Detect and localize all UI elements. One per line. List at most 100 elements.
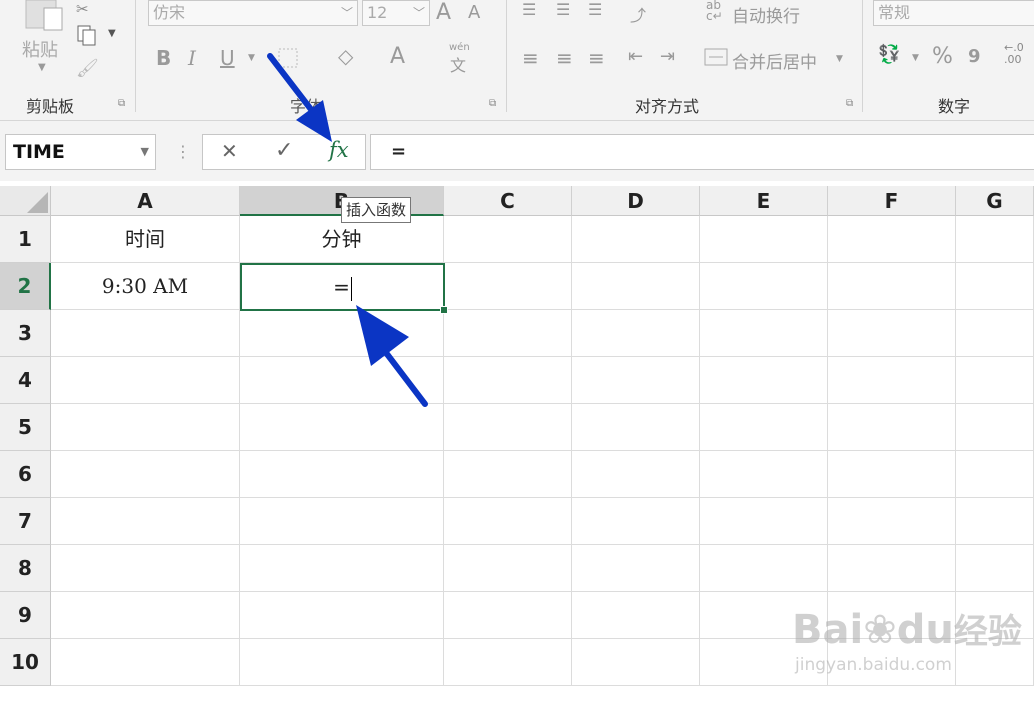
column-header-a[interactable]: A [51,186,240,216]
cell-b9[interactable] [240,592,444,639]
cell-d9[interactable] [572,592,700,639]
align-right-icon[interactable]: ≡ [588,46,605,70]
cell-d4[interactable] [572,357,700,404]
cell-g7[interactable] [956,498,1034,545]
cell-g4[interactable] [956,357,1034,404]
row-header-6[interactable]: 6 [0,451,51,498]
cell-c8[interactable] [444,545,572,592]
row-header-1[interactable]: 1 [0,216,51,263]
wrap-text-button[interactable]: 自动换行 [732,2,800,27]
cell-c10[interactable] [444,639,572,686]
column-header-d[interactable]: D [572,186,700,216]
cell-a9[interactable] [51,592,240,639]
border-icon[interactable] [276,46,300,74]
cell-c7[interactable] [444,498,572,545]
row-header-9[interactable]: 9 [0,592,51,639]
select-all-button[interactable] [0,186,51,216]
row-header-8[interactable]: 8 [0,545,51,592]
cell-g5[interactable] [956,404,1034,451]
row-header-4[interactable]: 4 [0,357,51,404]
fill-handle[interactable] [440,306,448,314]
cell-f1[interactable] [828,216,956,263]
alignment-launcher-icon[interactable]: ⧉ [846,99,856,109]
cell-a10[interactable] [51,639,240,686]
align-left-icon[interactable]: ≡ [522,46,539,70]
cell-d7[interactable] [572,498,700,545]
cell-d2[interactable] [572,263,700,310]
name-box[interactable]: TIME ▼ [5,134,156,170]
row-header-5[interactable]: 5 [0,404,51,451]
cell-a4[interactable] [51,357,240,404]
cell-d3[interactable] [572,310,700,357]
cell-f8[interactable] [828,545,956,592]
cell-c2[interactable] [444,263,572,310]
comma-style-button[interactable]: 9 [968,46,981,67]
number-format-select[interactable]: 常规 [873,0,1034,26]
cell-d1[interactable] [572,216,700,263]
underline-button[interactable]: U [220,46,235,70]
paste-button-label[interactable]: 粘贴 [22,36,58,62]
currency-dropdown-icon[interactable]: ▼ [912,53,919,63]
cell-a5[interactable] [51,404,240,451]
column-header-c[interactable]: C [444,186,572,216]
cell-e4[interactable] [700,357,828,404]
grow-font-button[interactable]: A [436,0,451,25]
cell-b8[interactable] [240,545,444,592]
cell-b3[interactable] [240,310,444,357]
cell-a3[interactable] [51,310,240,357]
cut-icon[interactable]: ✂ [76,0,89,18]
font-name-select[interactable]: 仿宋 ﹀ [148,0,358,26]
cell-a7[interactable] [51,498,240,545]
cancel-button[interactable]: ✕ [221,139,238,163]
font-size-select[interactable]: 12 ﹀ [362,0,430,26]
cell-e7[interactable] [700,498,828,545]
cell-c5[interactable] [444,404,572,451]
pinyin-char[interactable]: 文 [450,52,466,76]
cell-c9[interactable] [444,592,572,639]
font-color-button[interactable]: A [390,44,405,69]
insert-function-button[interactable]: fx [329,138,349,162]
cell-d5[interactable] [572,404,700,451]
merge-dropdown-icon[interactable]: ▼ [836,54,843,64]
align-middle-icon[interactable]: ☰ [556,0,570,19]
percent-button[interactable]: % [932,44,953,69]
clipboard-launcher-icon[interactable]: ⧉ [118,99,128,109]
cell-f5[interactable] [828,404,956,451]
cell-f2[interactable] [828,263,956,310]
row-header-3[interactable]: 3 [0,310,51,357]
cell-g3[interactable] [956,310,1034,357]
align-top-icon[interactable]: ☰ [522,0,536,19]
cell-g8[interactable] [956,545,1034,592]
cell-g1[interactable] [956,216,1034,263]
paste-dropdown-icon[interactable]: ▼ [38,62,46,73]
decrease-indent-icon[interactable]: ⇤ [628,46,643,67]
cell-e5[interactable] [700,404,828,451]
font-launcher-icon[interactable]: ⧉ [489,99,499,109]
row-header-7[interactable]: 7 [0,498,51,545]
copy-icon[interactable] [76,24,100,50]
currency-icon[interactable]: 💱 [878,44,900,65]
increase-indent-icon[interactable]: ⇥ [660,46,675,67]
wrap-text-icon[interactable]: ab c↵ [706,0,723,22]
cell-e8[interactable] [700,545,828,592]
merge-icon[interactable] [704,46,728,72]
cell-d6[interactable] [572,451,700,498]
underline-dropdown-icon[interactable]: ▼ [248,53,255,63]
align-bottom-icon[interactable]: ☰ [588,0,602,19]
cell-a8[interactable] [51,545,240,592]
cell-b1[interactable]: 分钟 [240,216,444,263]
cell-b6[interactable] [240,451,444,498]
cell-d10[interactable] [572,639,700,686]
cell-b4[interactable] [240,357,444,404]
cell-e6[interactable] [700,451,828,498]
cell-c4[interactable] [444,357,572,404]
increase-decimal-button[interactable]: ←.0.00 [1004,42,1024,66]
format-painter-icon[interactable]: 🖌 [76,58,99,79]
cell-b10[interactable] [240,639,444,686]
column-header-f[interactable]: F [828,186,956,216]
cell-g6[interactable] [956,451,1034,498]
copy-dropdown-icon[interactable]: ▼ [108,28,116,39]
cell-f3[interactable] [828,310,956,357]
shrink-font-button[interactable]: A [468,2,480,23]
column-header-e[interactable]: E [700,186,828,216]
